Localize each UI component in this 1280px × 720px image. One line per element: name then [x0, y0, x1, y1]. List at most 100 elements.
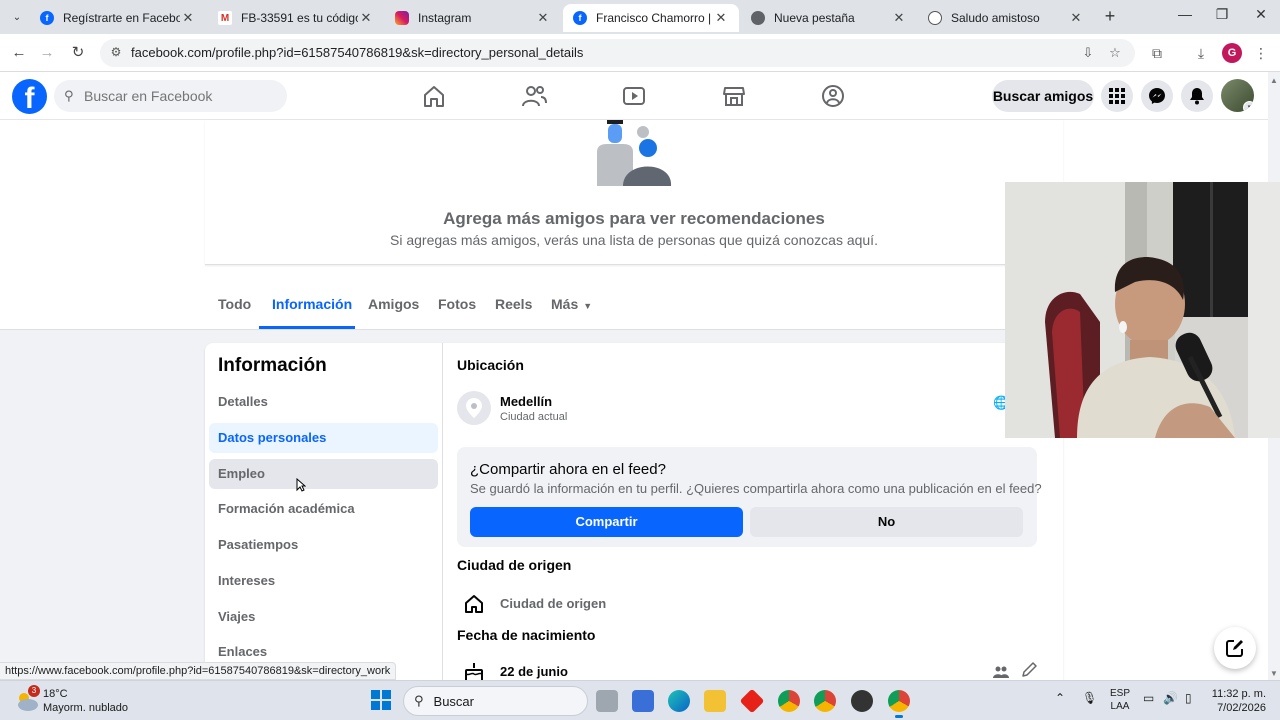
download-icon[interactable]: ⤓: [1190, 42, 1212, 64]
sidebar-item-empleo[interactable]: Empleo: [209, 459, 438, 489]
sidebar-item-viajes[interactable]: Viajes: [209, 602, 438, 632]
tab-close-icon[interactable]: ✕: [180, 10, 196, 26]
tray-chevron-up-icon[interactable]: ⌃: [1055, 691, 1065, 705]
facebook-search-input[interactable]: [84, 88, 274, 104]
groups-nav-icon[interactable]: [819, 81, 847, 111]
tab-reels[interactable]: Reels: [495, 296, 532, 312]
chrome-profile-avatar[interactable]: G: [1222, 43, 1242, 63]
weather-description[interactable]: Mayorm. nublado: [43, 702, 128, 714]
messenger-button[interactable]: [1141, 80, 1173, 112]
menu-grid-button[interactable]: [1101, 80, 1133, 112]
network-icon[interactable]: ▭: [1143, 691, 1154, 705]
video-nav-icon[interactable]: [620, 81, 648, 111]
chrome-icon: [751, 11, 765, 25]
tab-saludo-amistoso[interactable]: Saludo amistoso ✕: [918, 4, 1094, 32]
keyboard-layout: LAA: [1110, 701, 1130, 712]
tab-registrarte-facebook[interactable]: f Regístrarte en Facebook ✕: [30, 4, 206, 32]
chrome-active-icon[interactable]: [888, 690, 910, 718]
reload-icon[interactable]: ↻: [67, 42, 89, 64]
clock[interactable]: 11:32 p. m. 7/02/2026: [1210, 687, 1266, 715]
site-info-icon[interactable]: ⚙: [108, 45, 124, 61]
task-view-icon[interactable]: [596, 690, 618, 712]
sidebar-item-formacion[interactable]: Formación académica: [209, 494, 438, 524]
address-url[interactable]: facebook.com/profile.php?id=615875407868…: [131, 45, 583, 60]
tab-nueva-pestana[interactable]: Nueva pestaña ✕: [741, 4, 917, 32]
file-explorer-icon[interactable]: [704, 690, 726, 712]
gmail-icon: M: [218, 11, 232, 25]
chrome-canary-icon[interactable]: [778, 690, 800, 712]
new-message-button[interactable]: [1214, 627, 1256, 669]
tab-gmail[interactable]: M FB-33591 es tu código de ✕: [208, 4, 384, 32]
edit-pencil-icon[interactable]: [1020, 661, 1038, 679]
edge-icon[interactable]: [668, 690, 690, 712]
tab-informacion[interactable]: Información: [272, 296, 352, 312]
taskbar-search[interactable]: ⚲ Buscar: [403, 686, 588, 716]
location-pin-icon: [457, 391, 491, 425]
weather-temperature[interactable]: 18°C: [43, 688, 68, 700]
scroll-down-icon[interactable]: ▼: [1270, 669, 1278, 678]
language-indicator[interactable]: ESP LAA: [1108, 687, 1132, 713]
tab-todo[interactable]: Todo: [218, 296, 251, 312]
account-avatar[interactable]: ▾: [1221, 79, 1254, 112]
share-button[interactable]: Compartir: [470, 507, 743, 537]
tab-mas[interactable]: Más ▼: [551, 296, 592, 312]
tab-close-icon[interactable]: ✕: [358, 10, 374, 26]
notifications-button[interactable]: [1181, 80, 1213, 112]
facebook-search[interactable]: ⚲: [54, 80, 287, 112]
extensions-icon[interactable]: ⧉: [1146, 42, 1168, 64]
sidebar-item-detalles[interactable]: Detalles: [209, 387, 438, 417]
tab-amigos[interactable]: Amigos: [368, 296, 419, 312]
chrome-icon[interactable]: [814, 690, 836, 712]
store-icon[interactable]: [632, 690, 654, 712]
chevron-down-icon: ▾: [1243, 101, 1254, 112]
marketplace-nav-icon[interactable]: [720, 81, 748, 111]
sidebar-item-intereses[interactable]: Intereses: [209, 566, 438, 596]
find-friends-button[interactable]: Buscar amigos: [992, 80, 1094, 112]
close-window-icon[interactable]: ✕: [1246, 6, 1276, 23]
address-bar[interactable]: ⚙ facebook.com/profile.php?id=6158754078…: [100, 39, 1135, 67]
tab-close-icon[interactable]: ✕: [713, 10, 729, 26]
openai-icon: [928, 11, 942, 25]
facebook-logo-icon[interactable]: f: [12, 79, 47, 114]
tab-instagram[interactable]: Instagram ✕: [385, 4, 561, 32]
tab-fotos[interactable]: Fotos: [438, 296, 476, 312]
sidebar-item-pasatiempos[interactable]: Pasatiempos: [209, 530, 438, 560]
volume-icon[interactable]: 🔊: [1163, 691, 1178, 705]
install-app-icon[interactable]: ⇩: [1080, 45, 1096, 61]
back-arrow-icon[interactable]: ←: [8, 42, 30, 64]
obs-icon[interactable]: [851, 690, 873, 712]
no-button[interactable]: No: [750, 507, 1023, 537]
share-question: ¿Compartir ahora en el feed?: [470, 461, 666, 478]
tab-title: Saludo amistoso: [951, 11, 1040, 25]
tab-francisco-chamorro[interactable]: f Francisco Chamorro | Face ✕: [563, 4, 739, 32]
audience-friends-icon[interactable]: [993, 665, 1009, 679]
hometown-value[interactable]: Ciudad de origen: [500, 596, 606, 611]
tab-search-menu-icon[interactable]: ⌄: [6, 6, 28, 28]
restore-icon[interactable]: ❐: [1207, 6, 1237, 23]
clock-time: 11:32 p. m.: [1211, 688, 1266, 700]
tab-close-icon[interactable]: ✕: [1068, 10, 1084, 26]
clock-date: 7/02/2026: [1217, 702, 1266, 714]
facebook-header: f ⚲ Buscar amigos: [0, 72, 1268, 120]
friends-nav-icon[interactable]: [520, 81, 548, 111]
new-tab-plus-icon[interactable]: +: [1100, 6, 1120, 27]
anydesk-icon[interactable]: [739, 688, 765, 714]
microphone-icon[interactable]: 🎙: [1082, 691, 1097, 705]
tab-close-icon[interactable]: ✕: [535, 10, 551, 26]
tab-title: Nueva pestaña: [774, 11, 855, 25]
chrome-menu-icon[interactable]: ⋮: [1250, 42, 1272, 64]
scroll-up-icon[interactable]: ▲: [1270, 76, 1278, 85]
tab-title: Instagram: [418, 11, 472, 25]
battery-icon[interactable]: ▯: [1185, 691, 1192, 705]
windows-taskbar: 3 18°C Mayorm. nublado ⚲ Buscar ⌃ 🎙 ESP …: [0, 680, 1280, 720]
forward-arrow-icon[interactable]: →: [36, 42, 58, 64]
about-sidebar: Información Detalles Datos personales Em…: [205, 343, 443, 680]
messenger-icon: [1149, 88, 1165, 104]
windows-start-icon[interactable]: [371, 690, 391, 710]
bookmark-star-icon[interactable]: ☆: [1107, 45, 1123, 61]
sidebar-item-datos-personales[interactable]: Datos personales: [209, 423, 438, 453]
search-icon: ⚲: [64, 88, 74, 103]
minimize-icon[interactable]: —: [1170, 6, 1200, 22]
home-nav-icon[interactable]: [420, 81, 448, 111]
tab-close-icon[interactable]: ✕: [891, 10, 907, 26]
